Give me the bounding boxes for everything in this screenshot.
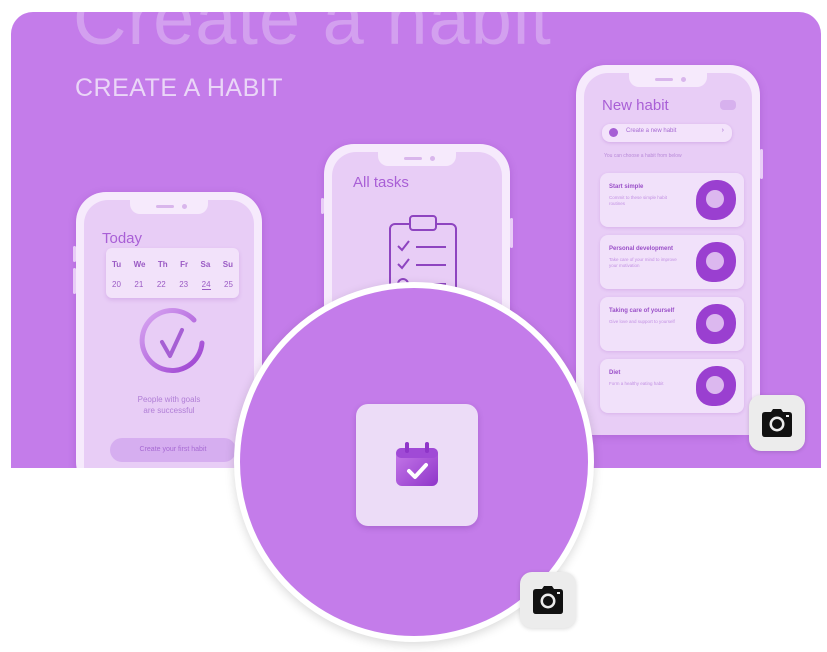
weekday-label: Fr — [180, 260, 189, 269]
habit-card-desc: Take care of your mind to improve your m… — [609, 257, 677, 268]
illustration-icon — [696, 366, 736, 406]
habit-card[interactable]: Start simple Commit to these simple habi… — [600, 173, 744, 227]
habit-card-desc: Form a healthy eating habit — [609, 381, 664, 386]
create-first-habit-button[interactable]: Create your first habit — [110, 438, 236, 462]
change-cover-photo-button[interactable] — [749, 395, 805, 451]
weekday-label: Th — [157, 260, 168, 269]
date-cell[interactable]: 20 — [112, 280, 121, 290]
illustration-icon — [696, 180, 736, 220]
app-logo — [356, 404, 478, 526]
plus-icon — [609, 128, 618, 137]
week-calendar: Tu We Th Fr Sa Su 20 21 22 23 24 25 — [106, 248, 239, 298]
date-cell[interactable]: 25 — [224, 280, 233, 290]
habit-card-desc: Commit to these simple habit routines — [609, 195, 668, 206]
screen-title: All tasks — [353, 174, 409, 191]
habit-card-title: Diet — [609, 370, 621, 376]
chevron-right-icon: › — [721, 127, 724, 134]
phone-screen: Today Tu We Th Fr Sa Su 20 21 22 23 24 2… — [84, 200, 254, 468]
calendar-check-icon — [396, 442, 438, 486]
weekday-row: Tu We Th Fr Sa Su — [112, 260, 233, 269]
date-cell[interactable]: 23 — [179, 280, 188, 290]
weekday-label: Su — [222, 260, 233, 269]
phone-today: Today Tu We Th Fr Sa Su 20 21 22 23 24 2… — [73, 192, 262, 468]
habit-card[interactable]: Personal development Take care of your m… — [600, 235, 744, 289]
phone-screen: New habit Create a new habit › You can c… — [584, 73, 752, 435]
weekday-label: We — [133, 260, 146, 269]
check-ring-icon — [139, 308, 205, 373]
habit-card[interactable]: Taking care of yourself Give love and su… — [600, 297, 744, 351]
habit-card-title: Taking care of yourself — [609, 308, 675, 314]
change-profile-photo-button[interactable] — [520, 572, 576, 628]
date-cell[interactable]: 21 — [134, 280, 143, 290]
date-row: 20 21 22 23 24 25 — [112, 280, 233, 290]
illustration-icon — [696, 304, 736, 344]
camera-icon — [533, 586, 563, 614]
phone-notch — [378, 152, 456, 166]
phone-notch — [629, 73, 707, 87]
phone-side-button — [73, 246, 76, 262]
motivation-line: are successful — [143, 406, 195, 415]
phone-side-button — [73, 268, 76, 294]
motivation-text: People with goals are successful — [94, 394, 244, 416]
camera-icon — [762, 409, 792, 437]
date-cell-selected[interactable]: 24 — [201, 280, 211, 290]
habit-card-title: Start simple — [609, 184, 644, 190]
habit-card[interactable]: Diet Form a healthy eating habit — [600, 359, 744, 413]
weekday-label: Tu — [112, 260, 122, 269]
weekday-label: Sa — [200, 260, 211, 269]
habit-card-title: Personal development — [609, 246, 674, 252]
habit-hint: You can choose a habit from below — [604, 153, 682, 159]
illustration-icon — [696, 242, 736, 282]
phone-new-habit: New habit Create a new habit › You can c… — [576, 65, 763, 435]
screen-title: New habit — [602, 97, 669, 114]
date-cell[interactable]: 22 — [157, 280, 166, 290]
profile-avatar[interactable] — [720, 100, 736, 110]
create-new-habit-label: Create a new habit — [626, 128, 677, 134]
banner-subtitle: CREATE A HABIT — [75, 74, 283, 102]
screen-title: Today — [102, 230, 143, 247]
ghost-title: Create a habit — [73, 12, 552, 60]
phone-side-button — [510, 218, 513, 248]
phone-side-button — [760, 149, 763, 179]
habit-card-desc: Give love and support to yourself — [609, 319, 675, 324]
phone-side-button — [321, 198, 324, 214]
motivation-line: People with goals — [137, 395, 201, 404]
create-new-habit-button[interactable]: Create a new habit › — [602, 124, 732, 142]
phone-notch — [130, 200, 208, 214]
